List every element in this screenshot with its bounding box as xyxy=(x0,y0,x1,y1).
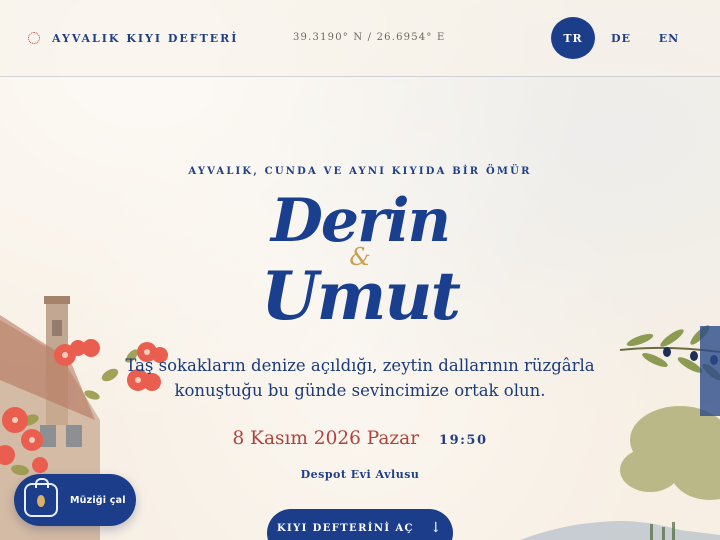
arrow-down-icon: ↓ xyxy=(429,520,444,536)
event-date-row: 8 Kasım 2026 Pazar 19:50 xyxy=(0,428,720,454)
hero-eyebrow: AYVALIK, CUNDA VE AYNI KIYIDA BİR ÖMÜR xyxy=(188,166,532,177)
language-de-button[interactable]: DE xyxy=(603,17,639,59)
blue-shutter xyxy=(700,326,720,416)
brand-title: AYVALIK KIYI DEFTERİ xyxy=(52,31,239,45)
coordinates-text: 39.3190° N / 26.6954° E xyxy=(293,32,446,43)
music-label: Müziği çal xyxy=(70,494,126,506)
distant-hills xyxy=(520,521,720,540)
partner-name-two: Umut xyxy=(261,257,461,335)
open-guestbook-button[interactable]: KIYI DEFTERİNİ AÇ ↓ xyxy=(267,509,453,540)
invitation-message: Taş sokakların denize açıldığı, zeytin d… xyxy=(125,356,595,400)
play-music-button[interactable]: Müziği çal xyxy=(14,474,136,526)
cta-label: KIYI DEFTERİNİ AÇ xyxy=(276,522,414,534)
top-navigation-bar: AYVALIK KIYI DEFTERİ 39.3190° N / 26.695… xyxy=(0,0,720,77)
event-date: 8 Kasım 2026 Pazar xyxy=(232,428,420,449)
language-en-button[interactable]: EN xyxy=(651,17,687,59)
event-time: 19:50 xyxy=(439,433,488,448)
brand[interactable]: AYVALIK KIYI DEFTERİ xyxy=(28,30,238,46)
bag-music-icon xyxy=(24,478,58,517)
language-tr-button[interactable]: TR xyxy=(551,17,595,59)
compass-dots-icon xyxy=(28,32,40,44)
